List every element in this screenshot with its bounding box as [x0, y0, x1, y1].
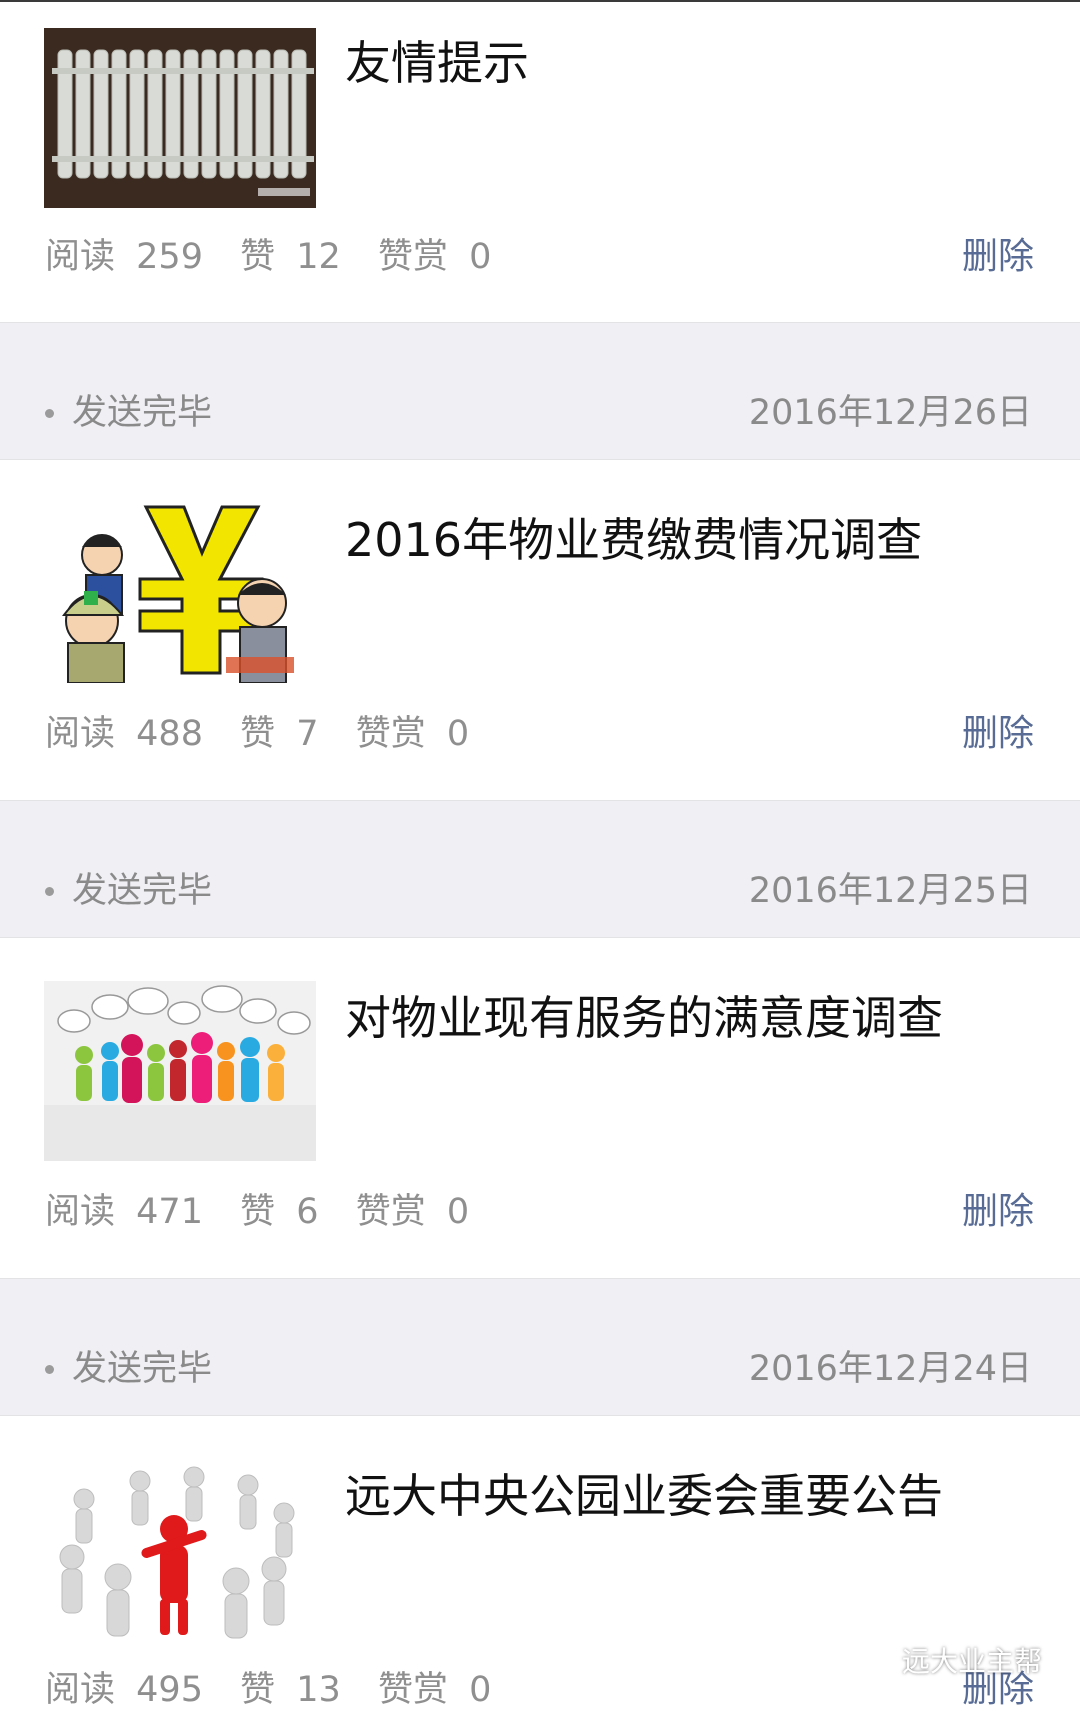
likes-label: 赞 — [240, 714, 276, 754]
send-status: 发送完毕 — [72, 1349, 213, 1389]
send-status-bar: 发送完毕 2016年12月25日 — [0, 800, 1080, 938]
article-stats: 阅读 488 赞 7 赞赏 0 — [45, 717, 469, 752]
send-date: 2016年12月24日 — [748, 1349, 1032, 1389]
rewards-count: 0 — [469, 237, 492, 277]
article-card[interactable]: 对物业现有服务的满意度调查 阅读 471 赞 6 赞赏 0 删除 — [0, 938, 1080, 1278]
article-title[interactable]: 2016年物业费缴费情况调查 — [345, 515, 1040, 566]
circle-of-people-image — [44, 1459, 316, 1639]
wechat-icon — [849, 1644, 893, 1675]
send-status-bar: 发送完毕 2016年12月24日 — [0, 1278, 1080, 1416]
reads-label: 阅读 — [45, 237, 116, 277]
delete-button[interactable]: 删除 — [962, 239, 1034, 275]
send-status: 发送完毕 — [72, 393, 213, 433]
likes-count: 13 — [296, 1670, 341, 1710]
send-status: 发送完毕 — [72, 871, 213, 911]
delete-button[interactable]: 删除 — [962, 716, 1034, 752]
rewards-label: 赞赏 — [355, 1192, 426, 1232]
radiator-image — [44, 28, 316, 208]
reads-count: 488 — [136, 714, 203, 754]
status-dot-icon — [45, 887, 54, 896]
delete-button[interactable]: 删除 — [962, 1194, 1034, 1230]
send-date: 2016年12月26日 — [748, 393, 1032, 433]
rewards-count: 0 — [446, 714, 470, 754]
rewards-label: 赞赏 — [377, 237, 448, 277]
likes-count: 6 — [296, 1192, 319, 1232]
rewards-count: 0 — [469, 1670, 492, 1710]
rewards-count: 0 — [446, 1192, 470, 1232]
reads-label: 阅读 — [45, 714, 116, 754]
article-stats: 阅读 259 赞 12 赞赏 0 — [45, 240, 491, 275]
likes-label: 赞 — [240, 1192, 276, 1232]
article-stats: 阅读 471 赞 6 赞赏 0 — [45, 1195, 469, 1230]
likes-label: 赞 — [240, 237, 276, 277]
article-stats: 阅读 495 赞 13 赞赏 0 — [45, 1673, 491, 1708]
likes-count: 7 — [296, 714, 319, 754]
reads-label: 阅读 — [45, 1192, 116, 1232]
article-title[interactable]: 对物业现有服务的满意度调查 — [345, 993, 1040, 1044]
likes-label: 赞 — [240, 1670, 276, 1710]
watermark-text: 远大业主帮 — [901, 1645, 1042, 1678]
status-dot-icon — [45, 1365, 54, 1374]
reads-count: 495 — [136, 1670, 203, 1710]
article-card[interactable]: 友情提示 阅读 259 赞 12 赞赏 0 删除 — [0, 2, 1080, 322]
rewards-label: 赞赏 — [355, 714, 426, 754]
article-card[interactable]: 2016年物业费缴费情况调查 阅读 488 赞 7 赞赏 0 删除 — [0, 460, 1080, 800]
yuan-cartoon-image — [44, 503, 316, 683]
article-title[interactable]: 友情提示 — [345, 38, 1040, 89]
article-title[interactable]: 远大中央公园业委会重要公告 — [345, 1471, 1040, 1522]
people-speech-bubbles-image — [44, 981, 316, 1161]
rewards-label: 赞赏 — [377, 1670, 448, 1710]
send-status-bar: 发送完毕 2016年12月26日 — [0, 322, 1080, 460]
reads-count: 259 — [136, 237, 203, 277]
watermark: 远大业主帮 — [848, 1640, 1042, 1680]
status-dot-icon — [45, 409, 54, 418]
reads-label: 阅读 — [45, 1670, 116, 1710]
reads-count: 471 — [136, 1192, 203, 1232]
likes-count: 12 — [296, 237, 341, 277]
send-date: 2016年12月25日 — [748, 871, 1032, 911]
